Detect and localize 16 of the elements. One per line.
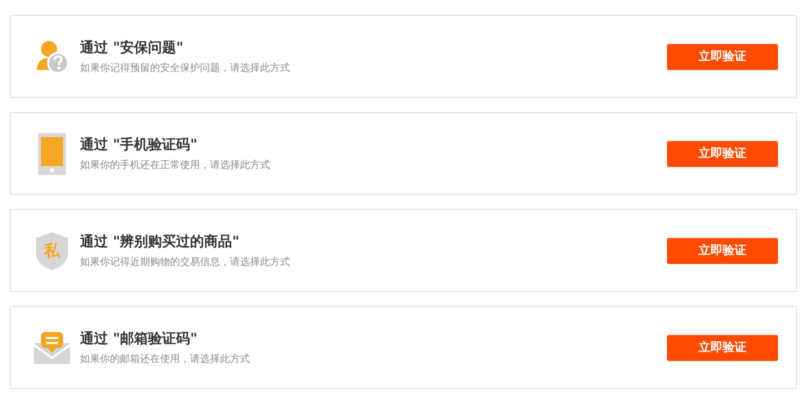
verify-button[interactable]: 立即验证 bbox=[667, 238, 778, 264]
verify-button[interactable]: 立即验证 bbox=[667, 334, 778, 360]
method-description: 如果你的手机还在正常使用，请选择此方式 bbox=[80, 158, 271, 172]
phone-icon bbox=[37, 132, 67, 174]
user-question-icon bbox=[35, 40, 69, 74]
method-description: 如果你记得预留的安全保护问题，请选择此方式 bbox=[80, 62, 291, 74]
method-description: 如果你记得近期购物的交易信息，请选择此方式 bbox=[80, 256, 291, 268]
mail-icon bbox=[33, 330, 71, 364]
verify-button[interactable]: 立即验证 bbox=[667, 44, 778, 70]
method-title: 通过 "手机验证码" bbox=[80, 136, 198, 154]
verify-button[interactable]: 立即验证 bbox=[667, 140, 778, 166]
method-title: 通过 "邮箱验证码" bbox=[80, 330, 198, 348]
method-title: 通过 "辨别购买过的商品" bbox=[80, 232, 240, 250]
method-title: 通过 "安保问题" bbox=[80, 38, 184, 56]
shield-icon: 私 bbox=[35, 230, 69, 270]
method-description: 如果你的邮箱还在使用，请选择此方式 bbox=[80, 352, 251, 366]
